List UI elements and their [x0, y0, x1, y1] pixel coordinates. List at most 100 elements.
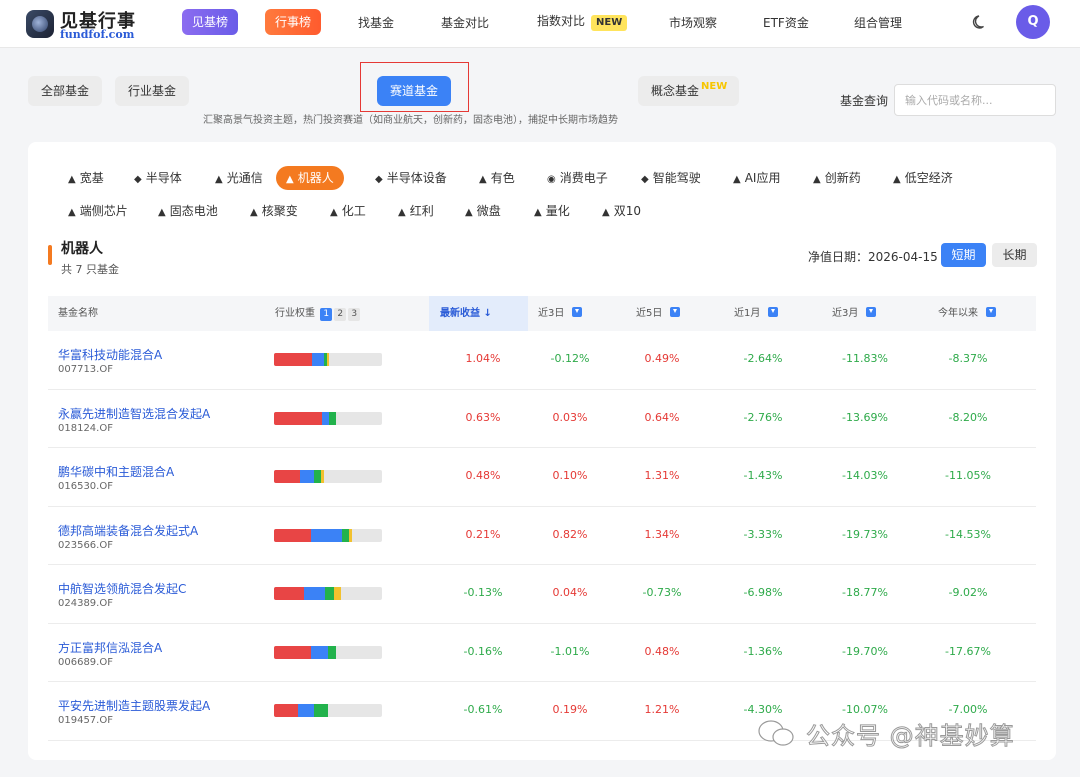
nav-jianjibang-button[interactable]: 见基榜 [182, 9, 239, 35]
return-m1: -1.36% [743, 644, 783, 658]
nav-item-label: 找基金 [358, 16, 395, 30]
track-chip-semiconductor[interactable]: ◆ 半导体 [124, 166, 192, 190]
subtab-all-funds[interactable]: 全部基金 [28, 76, 103, 106]
table-row[interactable]: 鹏华碳中和主题混合A 016530.OF 0.48% 0.10% 1.31% -1.43%… [48, 448, 1036, 507]
track-chip-ai-application[interactable]: ▲ AI应用 [723, 166, 790, 190]
weight-segment [311, 353, 324, 366]
weight-segment [310, 528, 343, 542]
avatar[interactable]: Q [1016, 5, 1050, 39]
nav-item-index-compare[interactable]: 指数对比 NEW [537, 12, 628, 31]
track-chip-nuclear-fusion[interactable]: ▲ 核聚变 [240, 199, 308, 223]
chip-label: 低空经济 [904, 171, 953, 185]
nav-item-etf-flow[interactable]: ETF资金 [763, 14, 809, 31]
track-chip-dividend[interactable]: ▲ 红利 [388, 199, 444, 223]
table-row[interactable]: 永赢先进制造智选混合发起A 018124.OF 0.63% 0.03% 0.64% -2.… [48, 390, 1036, 448]
table-row[interactable]: 中航智选领航混合发起C 024389.OF -0.13% 0.04% -0.73% -6.… [48, 565, 1036, 624]
nav-item-market-watch[interactable]: 市场观察 [669, 14, 717, 31]
track-chip-quant[interactable]: ▲ 量化 [524, 199, 580, 223]
nav-item-portfolio[interactable]: 组合管理 [854, 14, 902, 31]
subtab-description: 汇聚高景气投资主题，热门投资赛道（如商业航天，创新药，固态电池），捕捉中长期市场… [203, 115, 618, 126]
nav-item-label: 指数对比 [537, 14, 586, 28]
track-chip-kuanji[interactable]: ▲ 宽基 [58, 166, 114, 190]
period-long-button[interactable]: 长期 [992, 243, 1037, 267]
weight-segment [321, 411, 330, 425]
return-d3: -0.12% [550, 352, 590, 365]
fund-query-label: 基金查询 [840, 94, 889, 108]
industry-weight-bar [274, 470, 382, 483]
weight-page-1[interactable]: 1 [320, 308, 333, 321]
track-chip-solid-battery[interactable]: ▲ 固态电池 [148, 199, 228, 223]
nav-date-label: 净值日期： [808, 250, 869, 264]
chip-label: 消费电子 [559, 171, 608, 185]
wechat-icon [758, 720, 794, 746]
track-chip-nonferrous[interactable]: ▲ 有色 [469, 166, 525, 190]
track-chip-optical-comm[interactable]: ▲ 光通信 [205, 166, 273, 190]
return-m3: -11.83% [842, 352, 888, 365]
fund-name-link[interactable]: 永赢先进制造智选混合发起A [58, 405, 210, 422]
table-row[interactable]: 华富科技动能混合A 007713.OF 1.04% -0.12% 0.49% -2.64%… [48, 331, 1036, 390]
track-fund-card: ▲ 宽基 ◆ 半导体 ▲ 光通信 ▲ 机器人 ◆ 半导体设备 ▲ 有色 ◉ 消费电子 ◆ 智能驾… [28, 142, 1056, 760]
chip-label: 量化 [545, 204, 570, 218]
fund-name-link[interactable]: 方正富邦信泓混合A [58, 639, 162, 656]
track-chip-smart-driving[interactable]: ◆ 智能驾驶 [631, 166, 711, 190]
table-row[interactable]: 方正富邦信泓混合A 006689.OF -0.16% -1.01% 0.48% -1.36… [48, 624, 1036, 682]
moon-icon[interactable] [970, 12, 990, 32]
header-ytd[interactable]: 今年以来 [938, 296, 996, 331]
return-d3: 0.04% [552, 586, 588, 599]
track-chip-double-10[interactable]: ▲ 双10 [592, 199, 651, 223]
weight-segment [297, 704, 314, 717]
chip-label: AI应用 [744, 171, 781, 185]
track-chip-robot[interactable]: ▲ 机器人 [276, 166, 344, 190]
return-latest: 1.04% [465, 352, 501, 365]
logo-subtitle: fundfof.com [60, 28, 135, 41]
header-fund-name: 基金名称 [58, 308, 98, 319]
fund-name-link[interactable]: 德邦高端装备混合发起式A [58, 522, 198, 539]
triangle-icon: ▲ [215, 174, 223, 185]
return-m1: -6.98% [743, 586, 783, 599]
return-latest: -0.13% [463, 586, 503, 599]
return-d5: 1.21% [644, 703, 680, 716]
header-label: 近1月 [734, 308, 761, 319]
header-3d[interactable]: 近3日 [538, 296, 583, 331]
fund-name-link[interactable]: 华富科技动能混合A [58, 346, 162, 363]
chip-label: 红利 [409, 204, 434, 218]
fund-search-input[interactable] [894, 84, 1056, 116]
header-industry-weight: 行业权重 123 [275, 296, 361, 331]
new-tag: NEW [701, 81, 728, 92]
track-chip-semi-equipment[interactable]: ◆ 半导体设备 [365, 166, 457, 190]
track-chip-edge-chip[interactable]: ▲ 端侧芯片 [58, 199, 138, 223]
weight-segment [327, 645, 336, 659]
return-d3: 0.19% [552, 703, 588, 716]
fund-name-link[interactable]: 中航智选领航混合发起C [58, 580, 186, 597]
chip-label: 创新药 [824, 171, 861, 185]
return-d5: 1.34% [644, 527, 680, 541]
logo[interactable]: 见基行事 fundfof.com [26, 6, 136, 42]
fund-count: 共 7 只基金 [61, 263, 119, 276]
track-chip-micro-cap[interactable]: ▲ 微盘 [455, 199, 511, 223]
header-5d[interactable]: 近5日 [636, 296, 681, 331]
weight-segment [313, 704, 328, 717]
fund-name-link[interactable]: 鹏华碳中和主题混合A [58, 463, 174, 480]
track-chip-low-altitude[interactable]: ▲ 低空经济 [883, 166, 963, 190]
period-short-button[interactable]: 短期 [941, 243, 986, 267]
weight-page-2[interactable]: 2 [334, 308, 347, 321]
track-chip-innovative-drug[interactable]: ▲ 创新药 [803, 166, 871, 190]
sort-icon [670, 307, 681, 317]
weight-page-3[interactable]: 3 [348, 308, 361, 321]
track-chip-consumer-electronics[interactable]: ◉ 消费电子 [537, 166, 618, 190]
weight-segment [274, 411, 322, 425]
return-m3: -10.07% [842, 703, 888, 716]
fund-name-link[interactable]: 平安先进制造主题股票发起A [58, 697, 210, 714]
subtab-industry-funds[interactable]: 行业基金 [115, 76, 190, 106]
track-chip-chemical[interactable]: ▲ 化工 [320, 199, 376, 223]
chip-label: 半导体 [145, 171, 182, 185]
nav-item-fund-compare[interactable]: 基金对比 [441, 14, 489, 31]
nav-xingshibang-button[interactable]: 行事榜 [265, 9, 322, 35]
header-1m[interactable]: 近1月 [734, 296, 779, 331]
header-3m[interactable]: 近3月 [832, 296, 877, 331]
subtab-concept-funds[interactable]: 概念基金 NEW [638, 76, 740, 106]
return-m1: -4.30% [743, 703, 783, 716]
header-latest-return[interactable]: 最新收益 ↓ [429, 296, 528, 331]
table-row[interactable]: 德邦高端装备混合发起式A 023566.OF 0.21% 0.82% 1.34% -3.3… [48, 507, 1036, 565]
nav-item-find-fund[interactable]: 找基金 [358, 14, 394, 31]
